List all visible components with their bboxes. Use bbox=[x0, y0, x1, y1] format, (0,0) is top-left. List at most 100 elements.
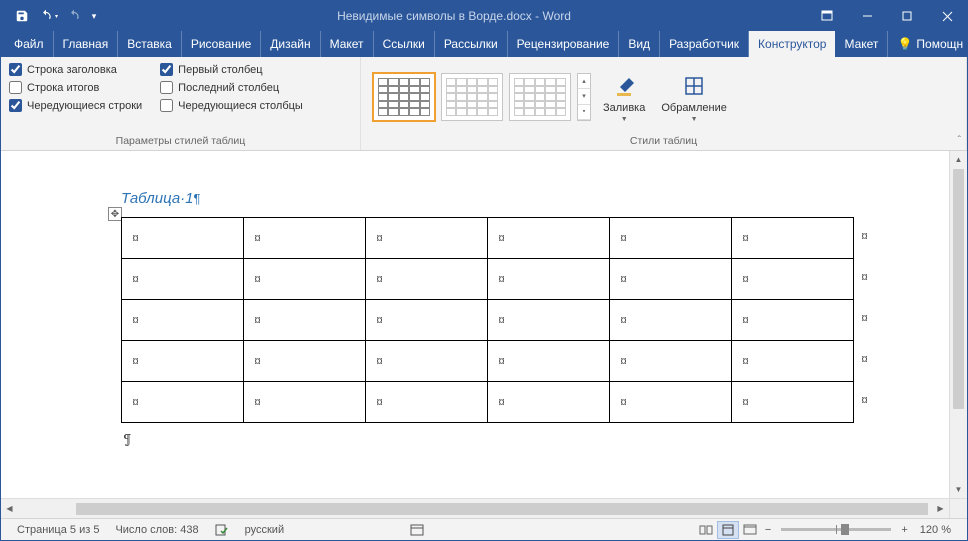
table-cell[interactable]: ¤ bbox=[366, 259, 488, 300]
zoom-out[interactable]: − bbox=[761, 524, 775, 536]
table-caption: Таблица·1¶ bbox=[121, 189, 201, 207]
zoom-in[interactable]: + bbox=[897, 524, 911, 536]
tab-help[interactable]: 💡Помощн bbox=[888, 31, 968, 57]
tab-table-design[interactable]: Конструктор bbox=[749, 31, 835, 57]
quick-access-toolbar: ▾ ▾ bbox=[1, 3, 101, 29]
tab-developer[interactable]: Разработчик bbox=[660, 31, 749, 57]
table-style-grid[interactable] bbox=[373, 73, 435, 121]
save-button[interactable] bbox=[9, 3, 35, 29]
table-cell[interactable]: ¤ bbox=[488, 218, 610, 259]
group-label-options: Параметры стилей таблиц bbox=[1, 133, 360, 150]
table-cell[interactable]: ¤ bbox=[244, 218, 366, 259]
table-cell[interactable]: ¤ bbox=[732, 300, 854, 341]
scroll-up[interactable]: ▲ bbox=[950, 151, 967, 168]
close-button[interactable] bbox=[927, 1, 967, 31]
table-cell[interactable]: ¤ bbox=[488, 341, 610, 382]
tab-view[interactable]: Вид bbox=[619, 31, 660, 57]
check-banded-cols[interactable]: Чередующиеся столбцы bbox=[160, 99, 303, 112]
shading-button[interactable]: Заливка ▼ bbox=[595, 68, 653, 127]
status-bar: Страница 5 из 5 Число слов: 438 русский … bbox=[1, 518, 967, 540]
ribbon-display-options[interactable] bbox=[807, 1, 847, 31]
status-page[interactable]: Страница 5 из 5 bbox=[9, 524, 107, 536]
table-cell[interactable]: ¤ bbox=[610, 341, 732, 382]
table-cell[interactable]: ¤ bbox=[488, 382, 610, 423]
zoom-thumb[interactable] bbox=[841, 524, 849, 535]
maximize-button[interactable] bbox=[887, 1, 927, 31]
view-read-mode[interactable] bbox=[695, 521, 717, 539]
table-cell[interactable]: ¤ bbox=[366, 341, 488, 382]
row-end-mark: ¤ bbox=[861, 393, 868, 408]
horizontal-scrollbar[interactable]: ◀ ▶ bbox=[1, 498, 949, 518]
tab-references[interactable]: Ссылки bbox=[374, 31, 435, 57]
view-print-layout[interactable] bbox=[717, 521, 739, 539]
scroll-down[interactable]: ▼ bbox=[950, 481, 967, 498]
table-cell[interactable]: ¤ bbox=[488, 300, 610, 341]
minimize-button[interactable] bbox=[847, 1, 887, 31]
chevron-down-icon: ▼ bbox=[621, 116, 628, 123]
table-cell[interactable]: ¤ bbox=[610, 259, 732, 300]
table-cell[interactable]: ¤ bbox=[244, 382, 366, 423]
ribbon-tabs: Файл Главная Вставка Рисование Дизайн Ма… bbox=[1, 31, 967, 57]
status-language[interactable]: русский bbox=[237, 524, 292, 536]
tab-draw[interactable]: Рисование bbox=[182, 31, 261, 57]
tab-insert[interactable]: Вставка bbox=[118, 31, 182, 57]
ribbon-collapse[interactable]: ˆ bbox=[958, 135, 961, 146]
table-cell[interactable]: ¤ bbox=[610, 218, 732, 259]
table-cell[interactable]: ¤ bbox=[366, 382, 488, 423]
tab-review[interactable]: Рецензирование bbox=[508, 31, 620, 57]
tab-layout[interactable]: Макет bbox=[321, 31, 374, 57]
table-style-plain1[interactable] bbox=[441, 73, 503, 121]
table-cell[interactable]: ¤ bbox=[610, 382, 732, 423]
qat-customize[interactable]: ▾ bbox=[87, 3, 101, 29]
scroll-left[interactable]: ◀ bbox=[1, 504, 18, 513]
table-cell[interactable]: ¤ bbox=[244, 300, 366, 341]
table-cell[interactable]: ¤ bbox=[122, 300, 244, 341]
table-cell[interactable]: ¤ bbox=[732, 259, 854, 300]
table-cell[interactable]: ¤ bbox=[366, 218, 488, 259]
zoom-level[interactable]: 120 % bbox=[912, 524, 959, 536]
status-macro[interactable] bbox=[402, 524, 432, 536]
table-cell[interactable]: ¤ bbox=[122, 259, 244, 300]
table-cell[interactable]: ¤ bbox=[122, 341, 244, 382]
document-table[interactable]: ¤¤¤¤¤¤¤¤¤¤¤¤¤¤¤¤¤¤¤¤¤¤¤¤¤¤¤¤¤¤ bbox=[121, 217, 854, 423]
vertical-scrollbar[interactable]: ▲ ▼ bbox=[949, 151, 967, 498]
tab-home[interactable]: Главная bbox=[54, 31, 119, 57]
check-total-row[interactable]: Строка итогов bbox=[9, 81, 142, 94]
hscroll-thumb[interactable] bbox=[76, 503, 928, 515]
undo-button[interactable]: ▾ bbox=[35, 3, 61, 29]
table-move-handle[interactable]: ✥ bbox=[108, 207, 122, 221]
zoom-slider[interactable] bbox=[781, 528, 891, 531]
table-cell[interactable]: ¤ bbox=[244, 341, 366, 382]
table-cell[interactable]: ¤ bbox=[732, 382, 854, 423]
document-area[interactable]: Таблица·1¶ ✥ ¤¤¤¤¤¤¤¤¤¤¤¤¤¤¤¤¤¤¤¤¤¤¤¤¤¤¤… bbox=[1, 151, 949, 498]
check-last-col[interactable]: Последний столбец bbox=[160, 81, 303, 94]
check-banded-rows[interactable]: Чередующиеся строки bbox=[9, 99, 142, 112]
table-cell[interactable]: ¤ bbox=[122, 382, 244, 423]
tab-mailings[interactable]: Рассылки bbox=[435, 31, 508, 57]
table-cell[interactable]: ¤ bbox=[488, 259, 610, 300]
table-style-plain2[interactable] bbox=[509, 73, 571, 121]
page: Таблица·1¶ ✥ ¤¤¤¤¤¤¤¤¤¤¤¤¤¤¤¤¤¤¤¤¤¤¤¤¤¤¤… bbox=[13, 151, 949, 498]
tab-file[interactable]: Файл bbox=[5, 31, 54, 57]
redo-button[interactable] bbox=[61, 3, 87, 29]
table-cell[interactable]: ¤ bbox=[732, 341, 854, 382]
check-first-col[interactable]: Первый столбец bbox=[160, 63, 303, 76]
borders-button[interactable]: Обрамление ▼ bbox=[653, 68, 735, 127]
view-web-layout[interactable] bbox=[739, 521, 761, 539]
table-cell[interactable]: ¤ bbox=[366, 300, 488, 341]
status-word-count[interactable]: Число слов: 438 bbox=[107, 524, 206, 536]
scroll-right[interactable]: ▶ bbox=[932, 504, 949, 513]
titlebar: ▾ ▾ Невидимые символы в Ворде.docx - Wor… bbox=[1, 1, 967, 31]
vscroll-thumb[interactable] bbox=[953, 169, 964, 409]
chevron-down-icon: ▼ bbox=[691, 116, 698, 123]
check-header-row[interactable]: Строка заголовка bbox=[9, 63, 142, 76]
table-cell[interactable]: ¤ bbox=[732, 218, 854, 259]
table-styles-gallery[interactable]: ▴▾▪ bbox=[369, 67, 595, 127]
table-cell[interactable]: ¤ bbox=[610, 300, 732, 341]
tab-design[interactable]: Дизайн bbox=[261, 31, 320, 57]
table-cell[interactable]: ¤ bbox=[122, 218, 244, 259]
table-cell[interactable]: ¤ bbox=[244, 259, 366, 300]
tab-table-layout[interactable]: Макет bbox=[835, 31, 888, 57]
status-spellcheck[interactable] bbox=[207, 523, 237, 537]
gallery-expand[interactable]: ▴▾▪ bbox=[577, 73, 591, 121]
